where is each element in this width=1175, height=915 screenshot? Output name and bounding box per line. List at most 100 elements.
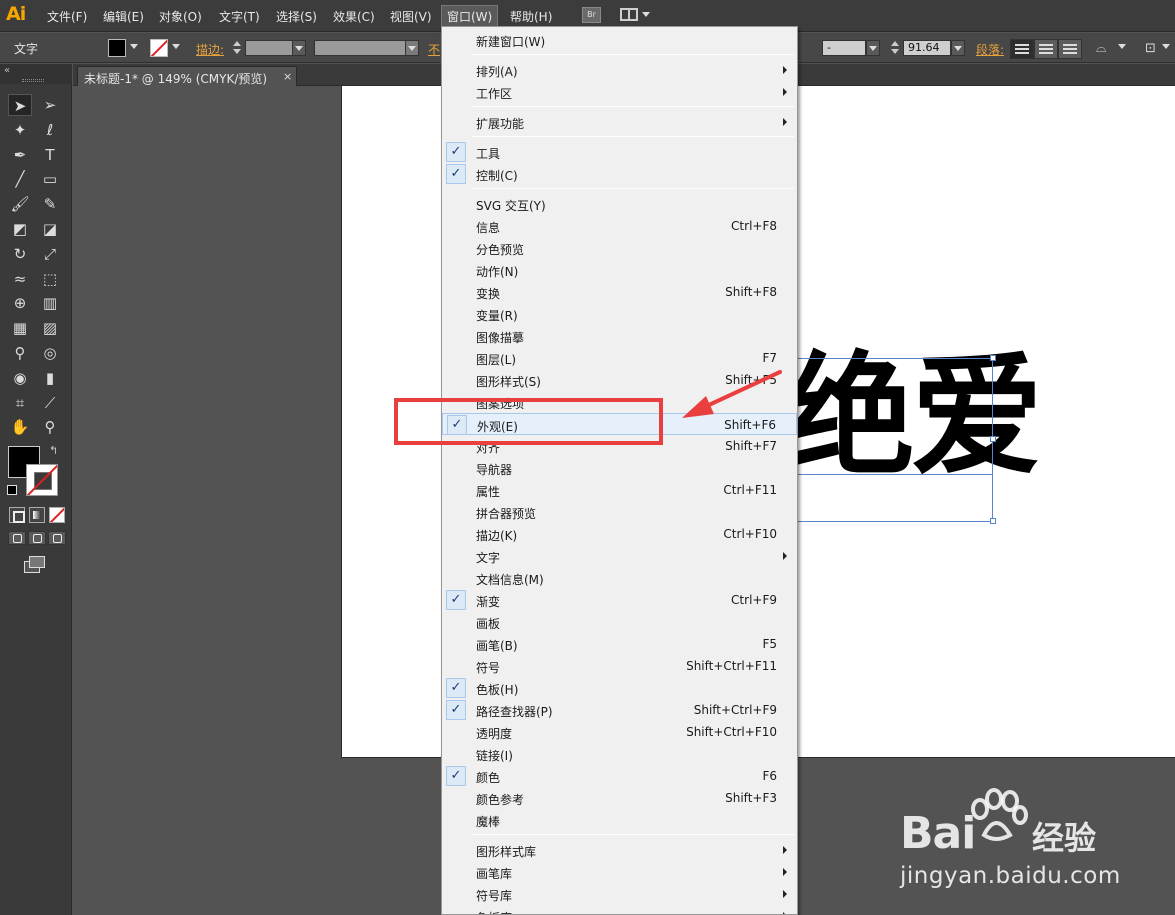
document-tab[interactable]: 未标题-1* @ 149% (CMYK/预览) × <box>77 66 297 86</box>
paragraph-label[interactable]: 段落: <box>976 41 1004 58</box>
menu-effect[interactable]: 效果(C) <box>333 8 375 25</box>
zoom-tool-icon[interactable]: ⚲ <box>38 416 62 438</box>
envelope-warp-icon[interactable]: ⌓ <box>1096 41 1106 56</box>
variable-width-dropdown[interactable] <box>405 40 419 56</box>
bridge-button[interactable]: Br <box>582 7 601 23</box>
perspective-grid-tool-icon[interactable]: ▥ <box>38 292 62 314</box>
pen-tool-icon[interactable]: ✒ <box>8 144 32 166</box>
close-icon[interactable]: × <box>283 70 292 83</box>
color-mode-button[interactable] <box>9 507 25 523</box>
align-right-button[interactable] <box>1058 39 1082 59</box>
menu-view[interactable]: 视图(V) <box>390 8 432 25</box>
menu-edit[interactable]: 编辑(E) <box>103 8 144 25</box>
window-menu-item[interactable]: 符号库 <box>442 883 797 905</box>
free-transform-tool-icon[interactable]: ⬚ <box>38 268 62 290</box>
hand-tool-icon[interactable]: ✋ <box>8 416 32 438</box>
screen-mode-icon[interactable] <box>24 556 46 573</box>
gradient-tool-icon[interactable]: ▨ <box>38 317 62 339</box>
window-menu-item[interactable]: 动作(N) <box>442 259 797 281</box>
mesh-tool-icon[interactable]: ▦ <box>8 317 32 339</box>
chevron-down-icon[interactable] <box>130 44 138 49</box>
window-menu-item[interactable]: 导航器 <box>442 457 797 479</box>
rotate-tool-icon[interactable]: ↻ <box>8 243 32 265</box>
align-left-button[interactable] <box>1010 39 1034 59</box>
shape-builder-tool-icon[interactable]: ⊕ <box>8 292 32 314</box>
window-menu-item[interactable]: 扩展功能 <box>442 111 797 133</box>
resize-handle[interactable] <box>990 436 996 442</box>
window-menu-item[interactable]: 画笔库 <box>442 861 797 883</box>
lasso-tool-icon[interactable]: ℓ <box>38 119 62 141</box>
fill-swatch[interactable] <box>108 39 126 57</box>
chevron-down-icon[interactable] <box>1118 44 1126 49</box>
none-mode-button[interactable] <box>49 507 65 523</box>
window-menu-item[interactable]: ✓ 渐变 Ctrl+F9 <box>442 589 797 611</box>
blob-brush-tool-icon[interactable]: ◩ <box>8 218 32 240</box>
window-menu-item[interactable]: 透明度 Shift+Ctrl+F10 <box>442 721 797 743</box>
resize-handle[interactable] <box>990 518 996 524</box>
tracking-dropdown[interactable] <box>951 40 965 56</box>
chevron-down-icon[interactable] <box>1162 44 1170 49</box>
type-tool-icon[interactable]: T <box>38 144 62 166</box>
stroke-label[interactable]: 描边: <box>196 41 224 58</box>
font-size-field[interactable]: - <box>822 40 866 56</box>
transform-icon[interactable]: ⊡ <box>1145 41 1156 56</box>
window-menu-item[interactable]: 分色预览 <box>442 237 797 259</box>
window-menu-item[interactable]: 画板 <box>442 611 797 633</box>
blend-tool-icon[interactable]: ◎ <box>38 342 62 364</box>
window-menu-item[interactable]: 文字 <box>442 545 797 567</box>
align-center-button[interactable] <box>1034 39 1058 59</box>
default-fill-stroke-icon[interactable] <box>7 485 17 495</box>
window-menu-item[interactable]: 颜色参考 Shift+F3 <box>442 787 797 809</box>
draw-normal-button[interactable] <box>8 531 26 545</box>
chevron-down-icon[interactable] <box>172 44 180 49</box>
window-menu-item[interactable]: 色板库 <box>442 905 797 914</box>
window-menu-item[interactable]: ✓ 颜色 F6 <box>442 765 797 787</box>
window-menu-item[interactable]: 描边(K) Ctrl+F10 <box>442 523 797 545</box>
eyedropper-tool-icon[interactable]: ⚲ <box>8 342 32 364</box>
window-menu-item[interactable]: 符号 Shift+Ctrl+F11 <box>442 655 797 677</box>
gradient-mode-button[interactable] <box>29 507 45 523</box>
selection-tool-icon[interactable]: ➤ <box>8 94 32 116</box>
panel-grip-icon[interactable] <box>22 79 44 82</box>
window-menu-item[interactable]: ✓ 色板(H) <box>442 677 797 699</box>
tracking-stepper[interactable] <box>890 41 900 55</box>
window-menu-item[interactable]: 拼合器预览 <box>442 501 797 523</box>
window-menu-item[interactable]: 属性 Ctrl+F11 <box>442 479 797 501</box>
menu-type[interactable]: 文字(T) <box>219 8 260 25</box>
warp-tool-icon[interactable]: ≈ <box>8 268 32 290</box>
text-bounding-box[interactable] <box>795 358 993 522</box>
paintbrush-tool-icon[interactable]: 🖌 <box>8 193 32 215</box>
window-menu-item[interactable]: 新建窗口(W) <box>442 29 797 51</box>
window-menu-item[interactable]: ✓ 工具 <box>442 141 797 163</box>
rectangle-tool-icon[interactable]: ▭ <box>38 168 62 190</box>
artboard-tool-icon[interactable]: ⌗ <box>8 392 32 414</box>
resize-handle[interactable] <box>990 355 996 361</box>
menu-file[interactable]: 文件(F) <box>47 8 87 25</box>
menu-window[interactable]: 窗口(W) <box>441 5 499 28</box>
stroke-swatch[interactable] <box>150 39 168 57</box>
window-menu-item[interactable]: 变量(R) <box>442 303 797 325</box>
window-menu-item[interactable]: 图形样式库 <box>442 839 797 861</box>
swap-fill-stroke-icon[interactable]: ↰ <box>49 444 58 457</box>
tools-panel-header[interactable]: « <box>0 64 72 84</box>
menu-help[interactable]: 帮助(H) <box>510 8 552 25</box>
window-menu-item[interactable]: 魔棒 <box>442 809 797 831</box>
draw-inside-button[interactable] <box>48 531 66 545</box>
window-menu-item[interactable]: ✓ 控制(C) <box>442 163 797 185</box>
pencil-tool-icon[interactable]: ✎ <box>38 193 62 215</box>
variable-width-field[interactable] <box>314 40 406 56</box>
window-menu-item[interactable]: SVG 交互(Y) <box>442 193 797 215</box>
stroke-color-box[interactable] <box>26 464 58 496</box>
stroke-weight-stepper[interactable] <box>232 41 242 55</box>
menu-select[interactable]: 选择(S) <box>276 8 317 25</box>
menu-object[interactable]: 对象(O) <box>159 8 202 25</box>
column-graph-tool-icon[interactable]: ▮ <box>38 367 62 389</box>
window-menu-item[interactable]: 文档信息(M) <box>442 567 797 589</box>
window-menu-item[interactable]: 工作区 <box>442 81 797 103</box>
window-menu-item[interactable]: 信息 Ctrl+F8 <box>442 215 797 237</box>
line-tool-icon[interactable]: ╱ <box>8 168 32 190</box>
opacity-label[interactable]: 不 <box>428 41 440 58</box>
symbol-sprayer-tool-icon[interactable]: ◉ <box>8 367 32 389</box>
window-menu-item[interactable]: 排列(A) <box>442 59 797 81</box>
direct-selection-tool-icon[interactable]: ➢ <box>38 94 62 116</box>
